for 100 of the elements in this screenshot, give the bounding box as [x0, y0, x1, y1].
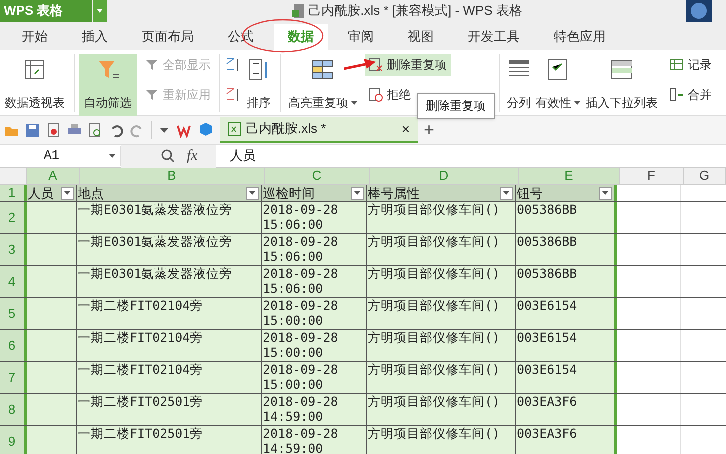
table-cell: 003E6154 [516, 330, 617, 361]
filter-dropdown-button[interactable] [351, 186, 364, 200]
spreadsheet-file-icon [228, 122, 242, 136]
menu-tab[interactable]: 开始 [8, 24, 62, 50]
header-label: 巡检时间 [263, 186, 315, 200]
table-cell: 方明项目部仪修车间() [367, 202, 516, 233]
table-cell: 方明项目部仪修车间() [367, 426, 516, 454]
validation-button[interactable]: 有效性 [534, 54, 582, 116]
table-cell: 005386BB [516, 234, 617, 265]
checklist-icon [546, 58, 570, 82]
filter-dropdown-button[interactable] [246, 186, 259, 200]
caret-icon [574, 101, 580, 105]
pivot-table-icon [23, 58, 47, 82]
caret-icon [97, 9, 103, 13]
formula-input[interactable]: 人员 [216, 144, 726, 168]
table-cell: 2018-09-28 14:59:00 [262, 426, 367, 454]
table-cell: 005386BB [516, 202, 617, 233]
header-label: 棒号属性 [368, 186, 420, 200]
close-tab-button[interactable]: × [402, 122, 410, 136]
caret-icon [350, 101, 358, 105]
caret-icon [109, 154, 116, 158]
table-icon [670, 58, 684, 72]
table-cell: 一期E0301氨蒸发器液位旁 [77, 266, 262, 297]
table-cell: 2018-09-28 15:00:00 [262, 330, 367, 361]
tooltip: 删除重复项 [417, 93, 495, 119]
table-cell: 方明项目部仪修车间() [367, 266, 516, 297]
spreadsheet-file-icon [290, 3, 305, 19]
table-cell: 2018-09-28 15:06:00 [262, 266, 367, 297]
filter-dropdown-button[interactable] [61, 186, 74, 200]
menu-tab[interactable]: 插入 [68, 24, 122, 50]
export-icon [46, 122, 61, 138]
table-cell: 003EA3F6 [516, 426, 617, 454]
pointer-arrow [344, 58, 376, 72]
caret-icon [602, 191, 609, 195]
menu-tab[interactable]: 视图 [394, 24, 448, 50]
table-cell: 003EA3F6 [516, 394, 617, 425]
table-cell: 2018-09-28 15:00:00 [262, 298, 367, 329]
table-block-icon [369, 88, 383, 102]
document-tab-title: 己内酰胺.xls * [246, 120, 328, 138]
new-tab-button[interactable]: + [424, 121, 435, 139]
table-cell: 方明项目部仪修车间() [367, 394, 516, 425]
menu-tab[interactable]: 特色应用 [540, 24, 620, 50]
caret-icon [354, 191, 361, 195]
table-cell: 方明项目部仪修车间() [367, 234, 516, 265]
function-button[interactable]: fx [187, 144, 198, 168]
table-cell: 方明项目部仪修车间() [367, 330, 516, 361]
filter-dropdown-button[interactable] [599, 186, 612, 200]
table-cell: 方明项目部仪修车间() [367, 298, 516, 329]
merge-icon [670, 88, 684, 102]
filter-icon [145, 58, 159, 72]
app-menu-button[interactable]: WPS 表格 [0, 0, 92, 22]
document-tab[interactable]: 己内酰胺.xls * × [220, 117, 418, 143]
menu-tab[interactable]: 审阅 [334, 24, 388, 50]
header-label: 人员 [28, 186, 54, 200]
split-columns-button[interactable]: 分列 [504, 54, 534, 116]
record-form-button[interactable]: 记录 [666, 54, 716, 76]
column-header[interactable]: F [620, 168, 684, 184]
window-title: 己内酰胺.xls * [兼容模式] - WPS 表格 [308, 2, 522, 20]
table-cell: 一期E0301氨蒸发器液位旁 [77, 202, 262, 233]
menu-tab[interactable]: 数据 [274, 24, 328, 50]
table-cell: 一期二楼FIT02104旁 [77, 362, 262, 393]
print-preview-icon [88, 122, 103, 138]
insert-dropdown-list-button[interactable]: 插入下拉列表 [582, 54, 662, 116]
caret-icon [249, 191, 256, 195]
table-cell: 2018-09-28 15:00:00 [262, 362, 367, 393]
autofilter-button[interactable]: 自动筛选 [79, 54, 137, 116]
pivot-table-button[interactable]: 数据透视表 [0, 54, 70, 116]
table-cell: 一期二楼FIT02501旁 [77, 426, 262, 454]
highlight-table-icon [311, 58, 335, 82]
zoom-icon [161, 149, 175, 163]
cube-icon [198, 122, 214, 138]
table-cell: 2018-09-28 15:06:00 [262, 234, 367, 265]
app-menu-dropdown[interactable] [93, 0, 107, 22]
sort-button[interactable]: 排序 [242, 54, 276, 116]
dropdown-list-icon [610, 58, 634, 82]
table-cell: 一期二楼FIT02501旁 [77, 394, 262, 425]
avatar [686, 0, 712, 22]
caret-icon [503, 191, 510, 195]
highlight-duplicates-button[interactable]: 高亮重复项 [285, 54, 361, 116]
column-header[interactable]: G [684, 168, 726, 184]
header-label: 地点 [78, 186, 104, 200]
remove-duplicates-button[interactable]: 删除重复项 [365, 54, 451, 76]
table-cell: 一期E0301氨蒸发器液位旁 [77, 234, 262, 265]
filter-dropdown-button[interactable] [500, 186, 513, 200]
table-cell: 003E6154 [516, 298, 617, 329]
header-label: 钮号 [517, 186, 543, 200]
save-icon [25, 122, 40, 138]
table-cell: 005386BB [516, 266, 617, 297]
caret-icon [64, 191, 71, 195]
table-cell: 方明项目部仪修车间() [367, 362, 516, 393]
menu-tab[interactable]: 开发工具 [454, 24, 534, 50]
table-remove-icon [369, 58, 383, 72]
table-cell: 003E6154 [516, 362, 617, 393]
filter-icon [145, 88, 159, 102]
table-cell: 一期二楼FIT02104旁 [77, 330, 262, 361]
consolidate-button[interactable]: 合并 [666, 84, 716, 106]
table-cell: 2018-09-28 15:06:00 [262, 202, 367, 233]
table-cell: 一期二楼FIT02104旁 [77, 298, 262, 329]
table-cell: 2018-09-28 14:59:00 [262, 394, 367, 425]
menu-tab[interactable]: 页面布局 [128, 24, 208, 50]
